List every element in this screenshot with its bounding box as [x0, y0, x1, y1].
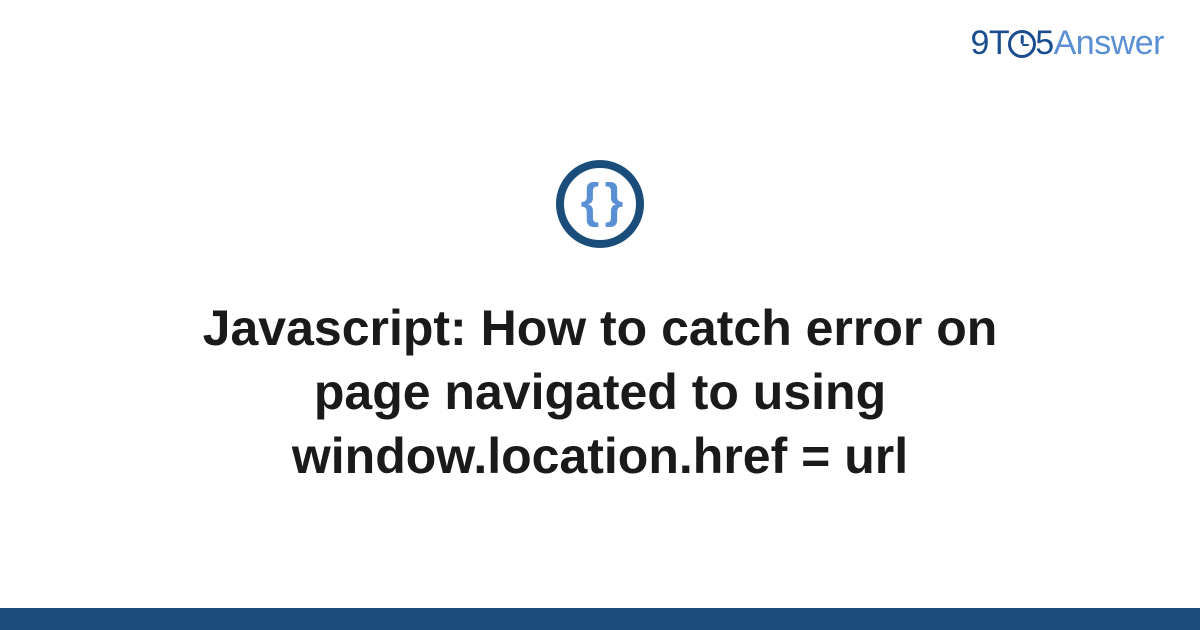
topic-circle-icon: { }	[556, 160, 644, 248]
main-content: { } Javascript: How to catch error on pa…	[0, 0, 1200, 608]
code-braces-icon: { }	[581, 178, 620, 226]
question-title: Javascript: How to catch error on page n…	[110, 296, 1090, 488]
footer-accent-bar	[0, 608, 1200, 630]
